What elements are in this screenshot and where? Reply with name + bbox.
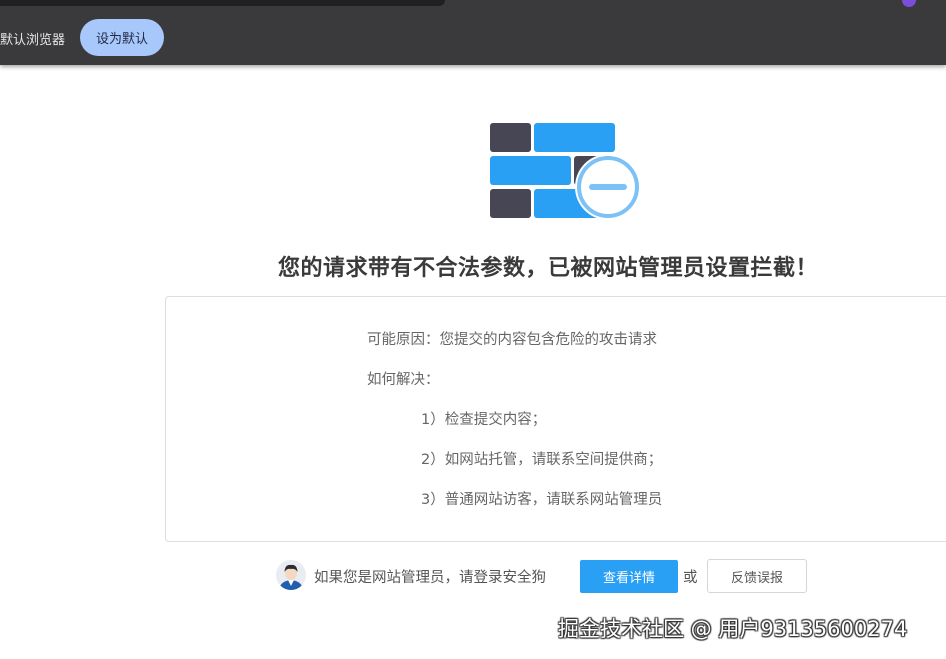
default-browser-text: 默认浏览器	[0, 33, 66, 48]
browser-infobar: 默认浏览器 设为默认	[0, 0, 946, 65]
admin-avatar-icon	[276, 560, 306, 590]
view-details-button[interactable]: 查看详情	[580, 560, 678, 593]
browser-tab-strip	[0, 0, 445, 6]
or-text: 或	[683, 570, 698, 586]
page-title: 您的请求带有不合法参数，已被网站管理员设置拦截！	[278, 256, 819, 281]
firewall-block-icon	[490, 123, 641, 220]
set-default-button[interactable]: 设为默认	[80, 19, 164, 56]
brick-dark-icon	[490, 189, 531, 218]
report-false-positive-button[interactable]: 反馈误报	[707, 559, 807, 593]
admin-login-prompt: 如果您是网站管理员，请登录安全狗	[314, 570, 546, 586]
solution-step: 1）检查提交内容；	[421, 412, 547, 428]
brick-dark-icon	[490, 123, 531, 152]
brick-blue-icon	[534, 123, 615, 152]
profile-icon[interactable]	[902, 0, 916, 7]
how-to-solve-label: 如何解决：	[367, 372, 440, 388]
brick-blue-icon	[490, 156, 571, 185]
solution-step: 3）普通网站访客，请联系网站管理员	[421, 492, 663, 508]
solution-step: 2）如网站托管，请联系空间提供商；	[421, 452, 663, 468]
minus-icon	[589, 184, 627, 190]
info-box: 可能原因：您提交的内容包含危险的攻击请求 如何解决： 1）检查提交内容； 2）如…	[165, 296, 946, 542]
watermark-text: 掘金技术社区 @ 用户93135600274	[558, 617, 908, 641]
reason-text: 可能原因：您提交的内容包含危险的攻击请求	[367, 332, 657, 348]
